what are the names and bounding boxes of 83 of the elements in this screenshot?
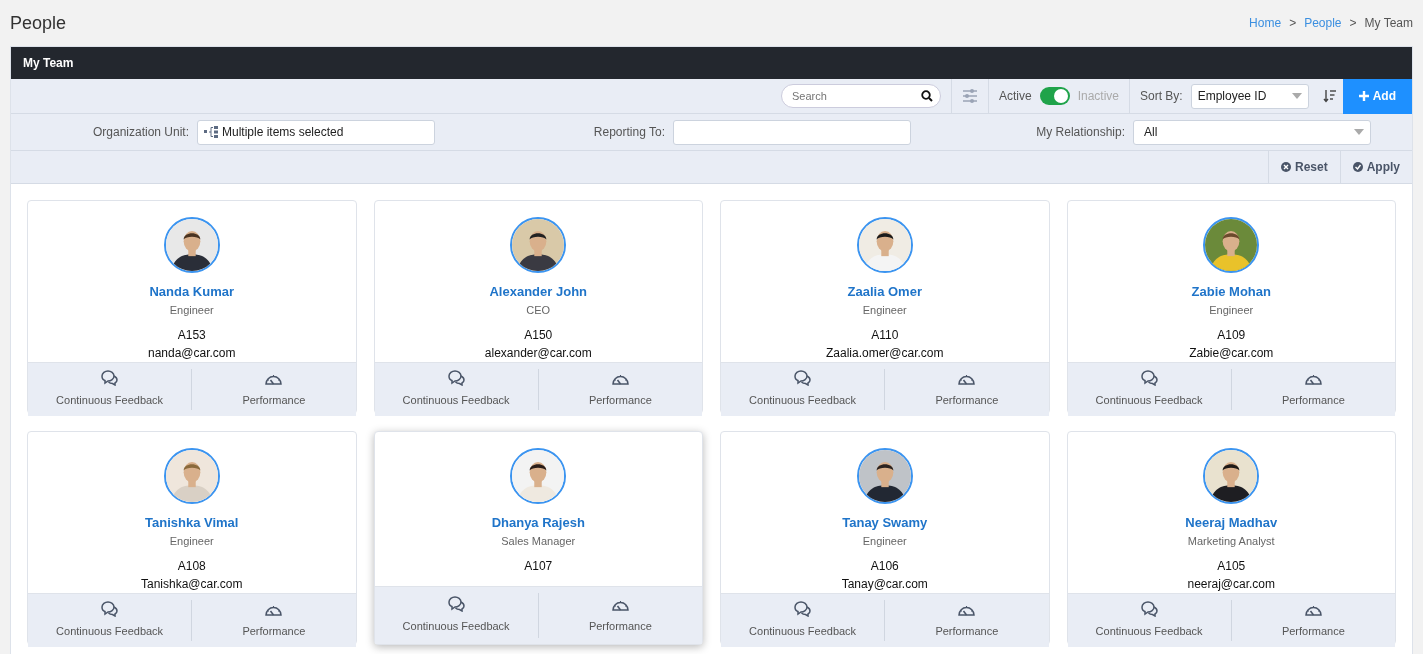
performance-button[interactable]: Performance [1230, 600, 1395, 641]
chat-icon [446, 370, 466, 386]
toggle-label: Active [998, 88, 1032, 105]
breadcrumb-current: My Team [1364, 15, 1413, 32]
person-name[interactable]: Alexander John [489, 282, 587, 302]
panel-title: My Team [11, 47, 1412, 79]
person-email: Zabie@car.com [1189, 345, 1274, 362]
filter-settings-icon[interactable] [961, 88, 978, 104]
employee-id: A109 [1217, 327, 1246, 344]
person-name[interactable]: Zaalia Omer [847, 282, 922, 302]
filter-label: Organization Unit: [92, 124, 189, 141]
chat-icon [1139, 601, 1159, 617]
chat-icon [446, 596, 466, 613]
reset-button[interactable]: Reset [1267, 151, 1340, 183]
person-role: Engineer [169, 533, 214, 549]
filter-field[interactable]: Multiple items selected [197, 119, 435, 145]
check-circle-icon [1352, 162, 1363, 172]
employee-id: A110 [871, 327, 899, 344]
feedback-button[interactable]: Continuous Feedback [721, 363, 885, 416]
performance-button[interactable]: Performance [191, 369, 356, 410]
search-icon [920, 90, 933, 102]
person-email: alexander@car.com [484, 345, 592, 362]
feedback-button[interactable]: Continuous Feedback [374, 587, 538, 644]
filter-field[interactable]: All [1133, 119, 1371, 145]
filter-field[interactable] [673, 119, 911, 145]
employee-id: A106 [870, 558, 899, 575]
person-name[interactable]: Zabie Mohan [1191, 282, 1271, 302]
employee-id: A153 [177, 327, 206, 344]
chat-icon [100, 601, 120, 617]
chat-icon [793, 601, 813, 617]
performance-button[interactable]: Performance [191, 600, 356, 641]
sort-dropdown[interactable]: Employee ID [1190, 83, 1309, 109]
employee-id: A107 [524, 558, 553, 575]
person-name[interactable]: Neeraj Madhav [1185, 513, 1278, 533]
chat-icon [100, 370, 120, 386]
person-name[interactable]: Dhanya Rajesh [491, 513, 585, 533]
chat-icon [1139, 370, 1159, 386]
toggle-label: Inactive [1077, 88, 1119, 105]
feedback-button[interactable]: Continuous Feedback [374, 363, 538, 416]
caret-icon [1354, 129, 1364, 135]
performance-button[interactable]: Performance [1230, 369, 1395, 410]
person-role: Sales Manager [501, 533, 576, 549]
employee-id: A105 [1217, 558, 1246, 575]
feedback-button[interactable]: Continuous Feedback [1067, 363, 1231, 416]
person-email: nanda@car.com [147, 345, 236, 362]
person-name[interactable]: Tanay Swamy [842, 513, 928, 533]
employee-id: A108 [177, 558, 206, 575]
filter-label: My Relationship: [1036, 124, 1125, 141]
person-email: Zaalia.omer@car.com [825, 345, 944, 362]
person-name[interactable]: Nanda Kumar [149, 282, 234, 302]
person-email: Tanishka@car.com [140, 576, 243, 593]
performance-button[interactable]: Performance [537, 593, 702, 638]
person-role: Marketing Analyst [1187, 533, 1275, 549]
chat-icon [793, 370, 813, 386]
caret-icon [1291, 93, 1302, 99]
performance-button[interactable]: Performance [537, 369, 702, 410]
toggle-switch[interactable] [1039, 87, 1070, 105]
page-title: People [10, 11, 67, 35]
person-role: Engineer [1209, 302, 1254, 318]
person-email: Tanay@car.com [841, 576, 928, 593]
tree-icon [204, 126, 218, 138]
sort-label: Sort By: [1140, 88, 1183, 105]
close-circle-icon [1280, 162, 1291, 172]
employee-id: A150 [524, 327, 553, 344]
person-name[interactable]: Tanishka Vimal [145, 513, 239, 533]
sort-icon[interactable] [1322, 89, 1337, 103]
breadcrumb-separator: > [1349, 15, 1357, 32]
breadcrumb-separator: > [1289, 15, 1297, 32]
person-role: Engineer [862, 533, 907, 549]
feedback-button[interactable]: Continuous Feedback [721, 594, 885, 647]
person-role: Engineer [169, 302, 214, 318]
apply-button[interactable]: Apply [1339, 151, 1412, 183]
plus-icon [1358, 91, 1369, 101]
person-email: neeraj@car.com [1187, 576, 1276, 593]
performance-button[interactable]: Performance [884, 369, 1049, 410]
feedback-button[interactable]: Continuous Feedback [28, 363, 192, 416]
person-role: Engineer [862, 302, 907, 318]
feedback-button[interactable]: Continuous Feedback [28, 594, 192, 647]
feedback-button[interactable]: Continuous Feedback [1067, 594, 1231, 647]
search-field[interactable]: Search [780, 84, 941, 108]
person-role: CEO [526, 302, 551, 318]
filter-label: Reporting To: [593, 124, 665, 141]
performance-button[interactable]: Performance [884, 600, 1049, 641]
